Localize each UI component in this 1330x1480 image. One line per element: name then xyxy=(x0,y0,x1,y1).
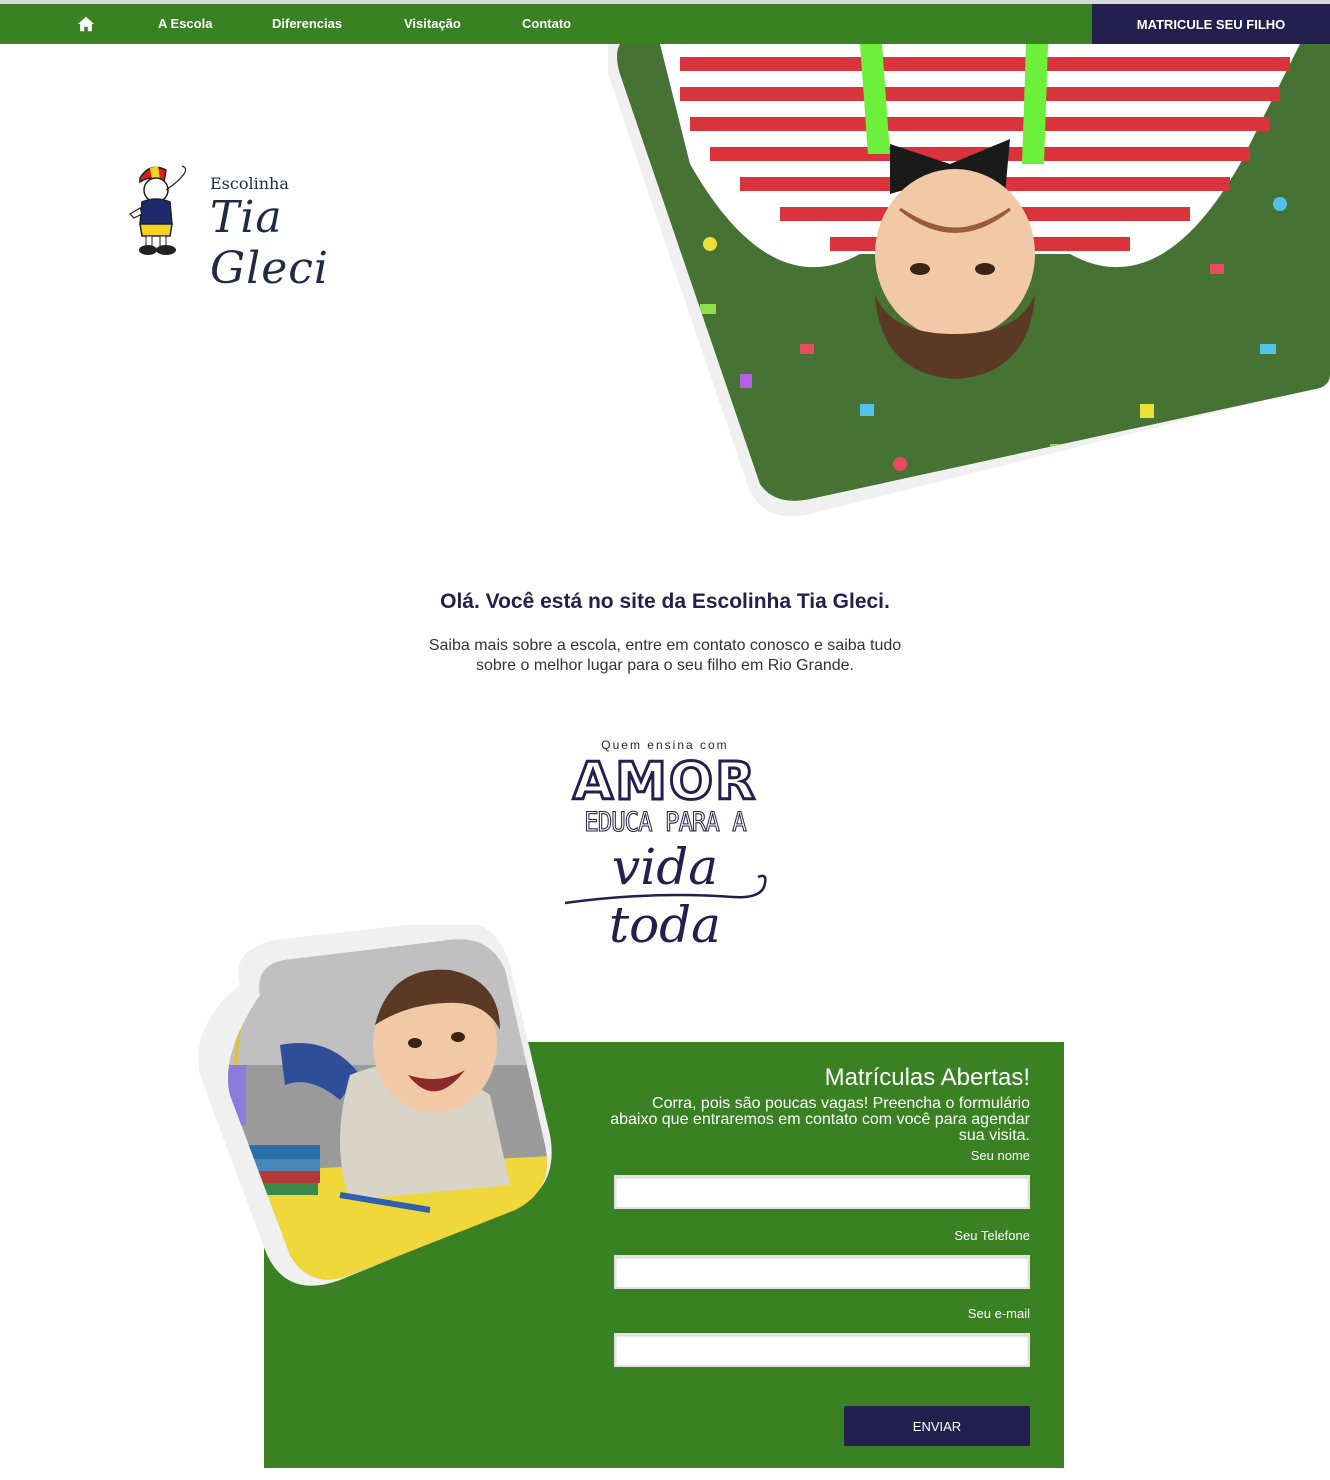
name-label: Seu nome xyxy=(970,1148,1030,1163)
form-description: Corra, pois são poucas vagas! Preencha o… xyxy=(610,1095,1030,1144)
school-logo[interactable]: Escolinha Tia Gleci xyxy=(126,160,416,294)
intro-text: Saiba mais sobre a escola, entre em cont… xyxy=(428,637,902,674)
intro-title: Olá. Você está no site da Escolinha Tia … xyxy=(440,590,890,613)
slogan: Quem ensina com AMOR EDUCA PARA A vida t… xyxy=(555,738,775,954)
main-nav: A Escola Diferencias Visitação Contato xyxy=(0,4,1092,44)
email-label: Seu e-mail xyxy=(967,1306,1030,1321)
slogan-line-1: Quem ensina com xyxy=(601,738,729,752)
logo-text-escolinha: Escolinha xyxy=(210,174,289,193)
nav-item-a-escola[interactable]: A Escola xyxy=(158,16,212,31)
slogan-line-3: EDUCA PARA A xyxy=(584,806,747,838)
hero-photo xyxy=(608,44,1330,517)
child-photo xyxy=(198,925,552,1286)
slogan-underline xyxy=(564,874,767,905)
nav-item-visitacao[interactable]: Visitação xyxy=(404,16,461,31)
home-icon[interactable] xyxy=(77,15,95,33)
submit-button[interactable]: ENVIAR xyxy=(844,1406,1030,1446)
enroll-cta-button[interactable]: MATRICULE SEU FILHO xyxy=(1092,4,1330,44)
slogan-line-2: AMOR xyxy=(571,751,758,814)
nav-item-contato[interactable]: Contato xyxy=(522,16,571,31)
email-field[interactable] xyxy=(614,1333,1030,1367)
phone-field[interactable] xyxy=(614,1255,1030,1289)
name-field[interactable] xyxy=(614,1175,1030,1209)
mascot-icon xyxy=(129,165,187,255)
logo-text-tia-gleci: Tia Gleci xyxy=(210,192,329,294)
form-title: Matrículas Abertas! xyxy=(824,1064,1030,1091)
phone-label: Seu Telefone xyxy=(954,1228,1030,1243)
nav-item-diferencias[interactable]: Diferencias xyxy=(272,16,342,31)
